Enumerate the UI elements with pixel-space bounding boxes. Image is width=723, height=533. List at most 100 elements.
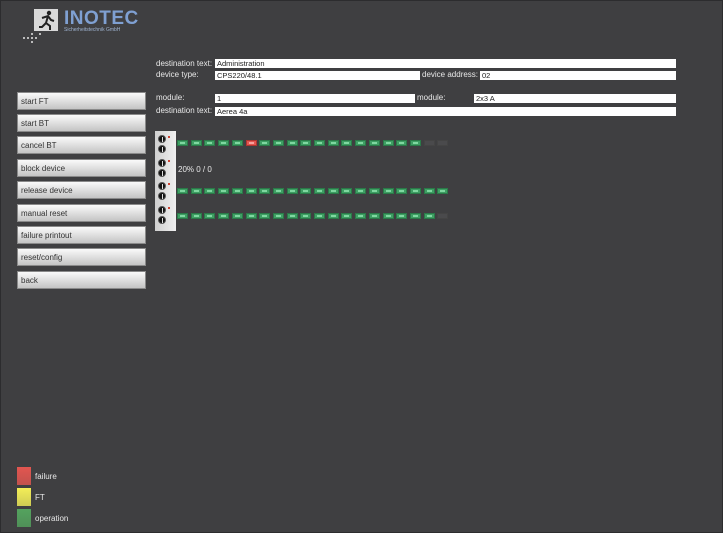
cancel-bt-button[interactable]: cancel BT: [17, 136, 146, 154]
circuit-lamp-operation[interactable]: [382, 188, 394, 194]
running-man-icon: [34, 9, 58, 31]
knob-icon[interactable]: [158, 206, 166, 214]
destination-text-field: Administration: [215, 59, 676, 68]
reset-config-button[interactable]: reset/config: [17, 248, 146, 266]
circuit-lamp-operation[interactable]: [423, 213, 435, 219]
logo-subtitle: Sicherheitstechnik GmbH: [64, 27, 121, 33]
circuit-lamp-operation[interactable]: [286, 140, 298, 146]
knob-icon[interactable]: [158, 135, 166, 143]
circuit-lamp-operation[interactable]: [272, 140, 284, 146]
circuit-lamp-operation[interactable]: [341, 140, 353, 146]
circuit-lamp-failure[interactable]: [245, 140, 257, 146]
circuit-lamp-operation[interactable]: [355, 213, 367, 219]
circuit-lamp-operation[interactable]: [204, 188, 216, 194]
circuit-lamp-operation[interactable]: [177, 188, 188, 194]
device-address-label: device address:: [422, 70, 479, 79]
circuit-lamp-operation[interactable]: [314, 213, 325, 219]
circuit-lamp-operation[interactable]: [382, 213, 394, 219]
circuit-lamp-operation[interactable]: [327, 213, 339, 219]
knob-icon[interactable]: [158, 159, 166, 167]
circuit-lamp-empty[interactable]: [437, 140, 449, 146]
circuit-lamp-operation[interactable]: [368, 188, 380, 194]
start-ft-button[interactable]: start FT: [17, 92, 146, 110]
indicator-dot: [168, 136, 170, 138]
knob-icon[interactable]: [158, 182, 166, 190]
knob-icon[interactable]: [158, 216, 166, 224]
module-strip: [155, 131, 176, 231]
knob-icon[interactable]: [158, 145, 166, 153]
failure-printout-button[interactable]: failure printout: [17, 226, 146, 244]
circuit-lamp-operation[interactable]: [382, 140, 394, 146]
circuit-lamp-operation[interactable]: [423, 188, 435, 194]
circuit-lamp-operation[interactable]: [341, 213, 353, 219]
circuit-lamp-operation[interactable]: [177, 213, 188, 219]
module-type-label: module:: [417, 93, 446, 102]
circuit-lamp-operation[interactable]: [259, 213, 271, 219]
module-field: 1: [215, 94, 415, 103]
knob-icon[interactable]: [158, 169, 166, 177]
back-button[interactable]: back: [17, 271, 146, 289]
legend-ft-label: FT: [35, 493, 45, 502]
logo-dots-icon: [23, 33, 41, 43]
circuit-lamp-operation[interactable]: [231, 140, 243, 146]
circuit-lamp-operation[interactable]: [286, 213, 298, 219]
indicator-dot: [168, 207, 170, 209]
manual-reset-button[interactable]: manual reset: [17, 204, 146, 222]
circuit-lamp-operation[interactable]: [218, 188, 230, 194]
legend-failure-label: failure: [35, 472, 57, 481]
device-address-field: 02: [480, 71, 676, 80]
circuit-lamp-operation[interactable]: [409, 213, 421, 219]
circuit-lamp-operation[interactable]: [300, 213, 312, 219]
circuit-lamp-operation[interactable]: [231, 188, 243, 194]
circuit-lamp-operation[interactable]: [396, 213, 408, 219]
circuit-lamp-operation[interactable]: [396, 188, 408, 194]
circuit-lamp-operation[interactable]: [327, 188, 339, 194]
indicator-dot: [168, 183, 170, 185]
device-type-field: CPS220/48.1: [215, 71, 420, 80]
circuit-lamp-operation[interactable]: [272, 213, 284, 219]
circuit-lamp-operation[interactable]: [437, 188, 449, 194]
legend-operation-label: operation: [35, 514, 69, 523]
circuit-lamp-operation[interactable]: [409, 140, 421, 146]
knob-icon[interactable]: [158, 192, 166, 200]
inotec-logo: INOTEC Sicherheitstechnik GmbH: [22, 8, 152, 49]
circuit-lamp-operation[interactable]: [314, 140, 325, 146]
circuit-lamp-operation[interactable]: [368, 140, 380, 146]
module-type-field: 2x3 A: [474, 94, 676, 103]
circuit-lamp-operation[interactable]: [409, 188, 421, 194]
status-text: 20% 0 / 0: [178, 165, 212, 174]
destination-text-label: destination text:: [156, 59, 213, 68]
circuit-lamp-operation[interactable]: [190, 140, 202, 146]
circuit-lamp-operation[interactable]: [300, 140, 312, 146]
circuit-lamp-empty[interactable]: [423, 140, 435, 146]
circuit-lamp-operation[interactable]: [190, 213, 202, 219]
module-destination-label: destination text:: [156, 106, 213, 115]
circuit-lamp-operation[interactable]: [245, 188, 257, 194]
circuit-lamp-operation[interactable]: [355, 188, 367, 194]
device-type-label: device type:: [156, 70, 199, 79]
circuit-lamp-operation[interactable]: [259, 188, 271, 194]
module-label: module:: [156, 93, 185, 102]
block-device-button[interactable]: block device: [17, 159, 146, 177]
circuit-lamp-operation[interactable]: [272, 188, 284, 194]
circuit-lamp-operation[interactable]: [218, 140, 230, 146]
circuit-lamp-empty[interactable]: [437, 213, 449, 219]
circuit-lamp-operation[interactable]: [231, 213, 243, 219]
circuit-lamp-operation[interactable]: [355, 140, 367, 146]
circuit-lamp-operation[interactable]: [396, 140, 408, 146]
circuit-lamp-operation[interactable]: [259, 140, 271, 146]
circuit-lamp-operation[interactable]: [300, 188, 312, 194]
start-bt-button[interactable]: start BT: [17, 114, 146, 132]
circuit-lamp-operation[interactable]: [177, 140, 188, 146]
release-device-button[interactable]: release device: [17, 181, 146, 199]
circuit-lamp-operation[interactable]: [341, 188, 353, 194]
circuit-lamp-operation[interactable]: [368, 213, 380, 219]
circuit-lamp-operation[interactable]: [327, 140, 339, 146]
circuit-lamp-operation[interactable]: [286, 188, 298, 194]
circuit-lamp-operation[interactable]: [218, 213, 230, 219]
circuit-lamp-operation[interactable]: [204, 140, 216, 146]
circuit-lamp-operation[interactable]: [245, 213, 257, 219]
circuit-lamp-operation[interactable]: [204, 213, 216, 219]
circuit-lamp-operation[interactable]: [190, 188, 202, 194]
circuit-lamp-operation[interactable]: [314, 188, 325, 194]
